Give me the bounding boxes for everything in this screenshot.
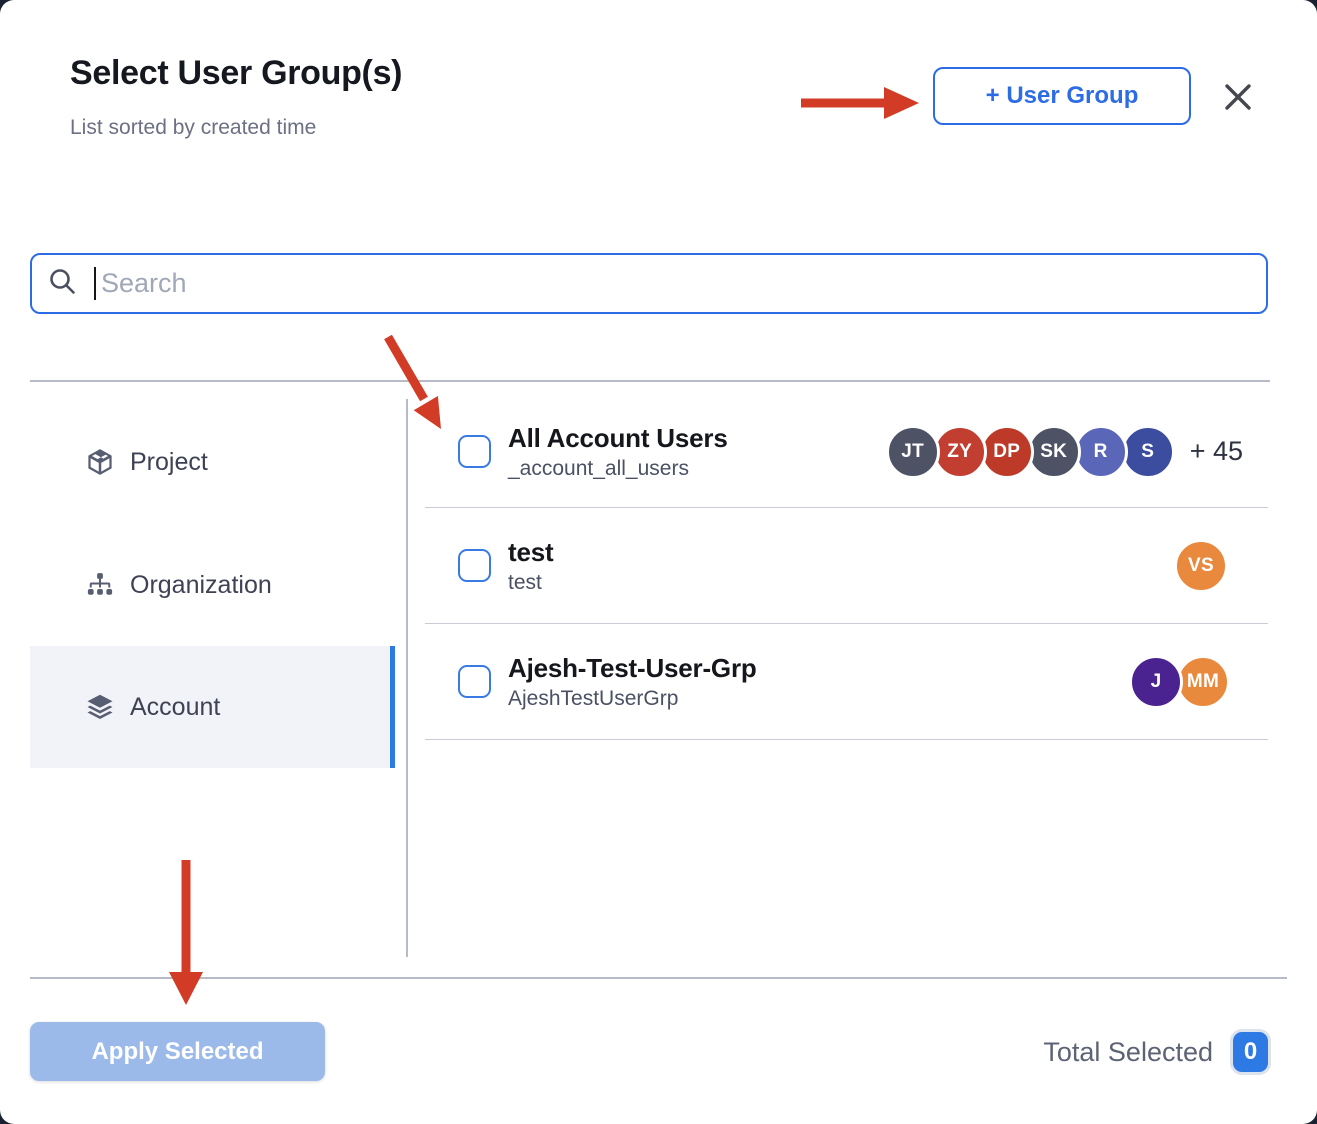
search-box[interactable]: [30, 253, 1268, 314]
search-input[interactable]: [96, 255, 1266, 312]
close-button[interactable]: [1216, 76, 1260, 120]
sidebar-item-organization[interactable]: Organization: [30, 553, 395, 617]
group-row-ajesh-test-user-grp[interactable]: Ajesh-Test-User-Grp AjeshTestUserGrp J M…: [425, 624, 1268, 740]
group-name: All Account Users: [508, 423, 728, 454]
sidebar-item-label: Project: [130, 448, 208, 477]
avatar: ZY: [933, 425, 987, 479]
annotation-arrow-to-apply-selected: [169, 860, 203, 1005]
add-user-group-button[interactable]: + User Group: [933, 67, 1191, 125]
footer-divider: [30, 977, 1287, 979]
apply-selected-button[interactable]: Apply Selected: [30, 1022, 325, 1081]
avatar-group: VS: [1174, 539, 1228, 593]
add-user-group-label: + User Group: [986, 82, 1139, 110]
avatar: SK: [1027, 425, 1081, 479]
group-checkbox[interactable]: [458, 665, 491, 698]
sidebar-divider: [406, 399, 408, 957]
group-row-test[interactable]: test test VS: [425, 508, 1268, 624]
apply-selected-label: Apply Selected: [91, 1038, 263, 1066]
annotation-arrow-to-add-user-group: [801, 87, 919, 119]
avatar: R: [1074, 425, 1128, 479]
total-selected-label: Total Selected: [1043, 1037, 1213, 1068]
group-id: _account_all_users: [508, 457, 728, 481]
avatar-overflow-count: + 45: [1190, 436, 1243, 467]
group-id: AjeshTestUserGrp: [508, 687, 757, 711]
group-name: Ajesh-Test-User-Grp: [508, 653, 757, 684]
group-id: test: [508, 571, 553, 595]
group-name: test: [508, 537, 553, 568]
avatar: DP: [980, 425, 1034, 479]
layers-icon: [85, 692, 115, 722]
avatar: VS: [1174, 539, 1228, 593]
search-icon: [48, 267, 77, 301]
total-selected-badge: 0: [1233, 1032, 1268, 1072]
sort-hint-text: List sorted by created time: [70, 116, 316, 140]
group-checkbox[interactable]: [458, 435, 491, 468]
sidebar-item-label: Organization: [130, 571, 272, 600]
group-checkbox[interactable]: [458, 549, 491, 582]
group-row-all-account-users[interactable]: All Account Users _account_all_users JT …: [425, 396, 1268, 508]
org-chart-icon: [85, 570, 115, 600]
page-title: Select User Group(s): [70, 54, 402, 93]
sidebar-item-account[interactable]: Account: [30, 646, 395, 768]
avatar: J: [1129, 655, 1183, 709]
avatar-group: JT ZY DP SK R S + 45: [886, 425, 1243, 479]
avatar: S: [1121, 425, 1175, 479]
sidebar-item-project[interactable]: Project: [30, 430, 395, 494]
avatar-group: J MM: [1129, 655, 1230, 709]
cube-icon: [85, 447, 115, 477]
close-icon: [1223, 82, 1253, 115]
select-user-group-dialog: Select User Group(s) List sorted by crea…: [0, 0, 1317, 1124]
header-divider: [30, 380, 1270, 382]
sidebar-item-label: Account: [130, 693, 220, 722]
avatar: JT: [886, 425, 940, 479]
avatar: MM: [1176, 655, 1230, 709]
total-selected: Total Selected 0: [1043, 1030, 1268, 1074]
